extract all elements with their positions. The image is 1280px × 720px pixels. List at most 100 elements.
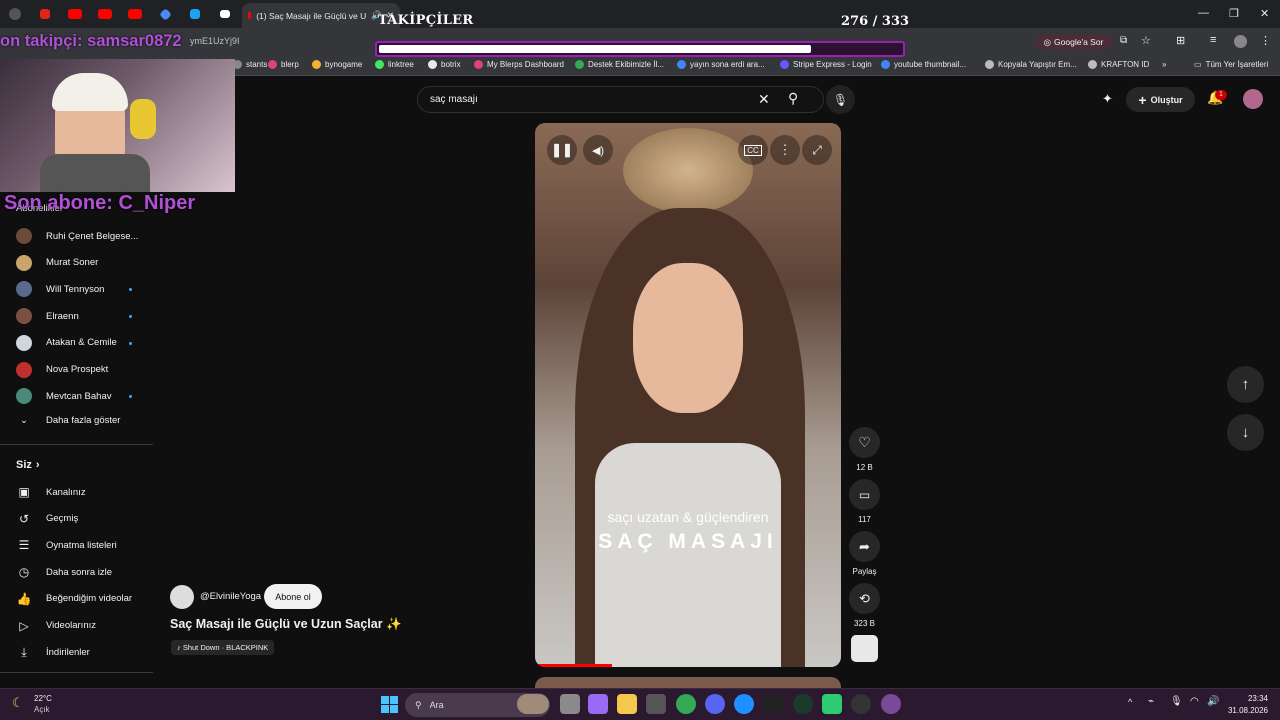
remix-count: 323 B [854,619,875,628]
pause-button[interactable]: ❚❚ [547,135,577,165]
previous-short-button[interactable]: ↑ [1227,366,1264,403]
bookmark-item[interactable]: Kopyala Yapıştır Em... [985,60,1077,69]
sound-thumbnail[interactable] [851,635,878,662]
app-icon[interactable] [793,694,813,714]
sidebar-item[interactable]: ⤓ İndirilenler [16,645,89,660]
short-video-player[interactable]: ❚❚ ◀) CC ⋮ ⤢ saçı uzatan & güçlendiren S… [535,123,841,667]
edge-icon[interactable] [734,694,754,714]
subscribe-button[interactable]: Abone ol [264,584,322,609]
music-chip[interactable]: ♪ Shut Down · BLACKPINK [171,640,275,655]
search-input[interactable]: saç masajı [430,94,478,105]
all-bookmarks[interactable]: ▭ Tüm Yer İşaretleri [1194,60,1268,69]
remix-button[interactable]: ⟲ [849,583,880,614]
tab-icon-capcut[interactable] [210,0,240,28]
bookmark-item[interactable]: Destek Ekibimizle İl... [575,60,664,69]
app-icon[interactable] [822,694,842,714]
captions-button[interactable]: CC [738,135,768,165]
followers-goal-fill [379,45,812,53]
bookmark-item[interactable]: yayın sona erdi ara... [677,60,765,69]
tab-icon-youtube[interactable] [120,0,150,28]
sidebar-subscription[interactable]: Murat Soner [16,254,98,271]
bookmark-item[interactable]: Stripe Express - Login [780,60,872,69]
active-tab[interactable]: (1) Saç Masajı ile Güçlü ve U 🔊 ✕ [242,3,400,28]
more-menu-icon[interactable]: ⋮ [1260,34,1271,47]
bookmark-item[interactable]: botrix [428,60,461,69]
sidebar-subscription[interactable]: Elraenn [16,308,79,325]
tab-icon-diamond[interactable] [150,0,180,28]
share-button[interactable]: ➦ [849,531,880,562]
bookmark-item[interactable]: bynogame [312,60,362,69]
install-icon[interactable]: ⧉ [1120,35,1127,46]
tab-menu-icon[interactable] [0,0,30,28]
sparkle-icon[interactable]: ✦ [1102,91,1113,107]
tab-icon-youtube[interactable] [90,0,120,28]
channel-name[interactable]: @ElvinileYoga [200,591,261,602]
windows-start-icon[interactable] [381,696,398,713]
comment-button[interactable]: ▭ [849,479,880,510]
media-icon[interactable]: ≡ [1210,34,1216,46]
volume-button[interactable]: ◀) [583,135,613,165]
network-icon[interactable]: ⌁ [1148,696,1154,707]
bookmark-item[interactable]: stants [233,60,267,69]
voice-search-button[interactable]: 🎙 [826,85,855,114]
create-button[interactable]: + Oluştur [1126,87,1195,112]
show-more-button[interactable]: ⌄ Daha fazla göster [16,415,120,426]
star-icon[interactable]: ☆ [1141,34,1151,47]
bookmark-item[interactable]: My Blerps Dashboard [474,60,564,69]
google-sor-button[interactable]: ◎ Google'a Sor [1035,34,1112,50]
like-button[interactable]: ♡ [849,427,880,458]
sidebar-subscription[interactable]: Will Tennyson [16,281,104,298]
bookmark-item[interactable]: linktree [375,60,414,69]
bookmark-item[interactable]: blerp [268,60,299,69]
fullscreen-button[interactable]: ⤢ [802,135,832,165]
you-header[interactable]: Siz › [16,459,40,471]
sidebar-item[interactable]: ☰ Oynatma listeleri [16,538,117,552]
weather-temp[interactable]: 22°C [34,694,52,703]
sidebar-subscription[interactable]: Atakan & Cemile [16,334,117,351]
sidebar-subscription[interactable]: Mevtcan Bahav [16,388,111,405]
tab-icon-app[interactable] [180,0,210,28]
search-box[interactable]: saç masajı ✕ ⚲ [417,86,824,113]
task-view-icon[interactable] [560,694,580,714]
sidebar-subscription[interactable]: Ruhi Çenet Belgese... [16,228,138,244]
clear-search-icon[interactable]: ✕ [758,91,770,108]
clock-time[interactable]: 23:34 [1228,694,1268,703]
obs-icon[interactable] [851,694,871,714]
chrome-icon[interactable] [676,694,696,714]
store-icon[interactable] [646,694,666,714]
extensions-icon[interactable]: ⊞ [1176,34,1185,47]
file-explorer-icon[interactable] [617,694,637,714]
more-options-button[interactable]: ⋮ [770,135,800,165]
user-avatar[interactable] [1243,89,1263,109]
profile-avatar[interactable] [1234,35,1247,48]
chevron-up-icon[interactable]: ^ [1128,697,1132,707]
tab-icon-adobe[interactable] [30,0,60,28]
sidebar-item[interactable]: ▣ Kanalınız [16,485,85,499]
close-window-icon[interactable]: ✕ [1260,7,1269,20]
mic-icon[interactable]: 🎙 [1170,696,1183,707]
bookmark-item[interactable]: youtube thumbnail... [881,60,966,69]
taskbar-search-highlight[interactable] [517,694,549,714]
channel-avatar[interactable] [170,585,194,609]
app-icon[interactable] [763,694,783,714]
next-short-button[interactable]: ↓ [1227,414,1264,451]
minimize-icon[interactable]: — [1198,7,1209,19]
url-text[interactable]: ymE1UzYj9I [190,36,240,46]
maximize-icon[interactable]: ❐ [1229,7,1239,20]
sidebar-item[interactable]: ↺ Geçmiş [16,512,78,526]
copilot-icon[interactable] [588,694,608,714]
app-icon[interactable] [881,694,901,714]
sidebar-subscription[interactable]: Nova Prospekt [16,361,108,378]
sidebar-item[interactable]: ◷ Daha sonra izle [16,565,112,579]
discord-icon[interactable] [705,694,725,714]
wifi-icon[interactable]: ◠ [1190,696,1199,707]
more-bookmarks-icon[interactable]: » [1162,60,1166,69]
video-progress[interactable] [535,664,612,667]
clock-date[interactable]: 31.08.2026 [1222,706,1268,715]
tab-icon-youtube[interactable] [60,0,90,28]
speaker-icon[interactable]: 🔊 [1207,696,1219,707]
bookmark-item[interactable]: KRAFTON ID [1088,60,1149,69]
search-icon[interactable]: ⚲ [788,90,798,107]
sidebar-item[interactable]: ▷ Videolarınız [16,619,96,633]
sidebar-item[interactable]: 👍 Beğendiğim videolar [16,592,133,606]
